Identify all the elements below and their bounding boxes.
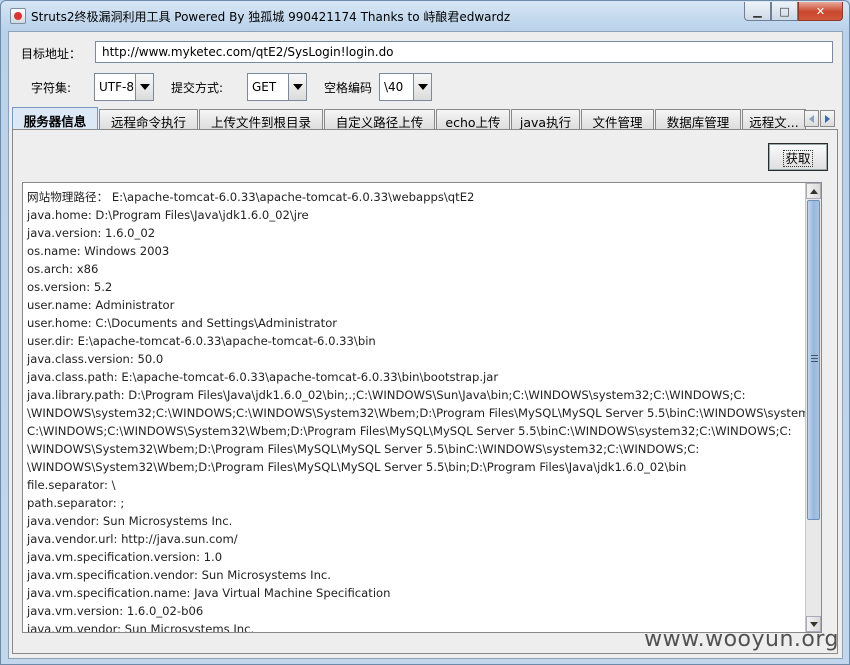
output-line: user.dir: E:\apache-tomcat-6.0.33\apache… (27, 334, 376, 348)
maximize-button[interactable]: □ (771, 2, 798, 21)
tab-scroll-right-icon[interactable] (820, 110, 835, 127)
tab-file-manager[interactable]: 文件管理 (581, 109, 654, 129)
output-line: java.vendor: Sun Microsystems Inc. (27, 514, 233, 528)
tab-custom-path-upload[interactable]: 自定义路径上传 (324, 109, 435, 129)
charset-select[interactable]: UTF-8 (94, 73, 154, 101)
output-line: path.separator: ; (27, 496, 125, 510)
output-line: os.name: Windows 2003 (27, 244, 170, 258)
close-button[interactable]: ✕ (798, 2, 843, 21)
server-info-panel: 获取 网站物理路径： E:\apache-tomcat-6.0.33\apach… (12, 129, 838, 654)
space-encoding-label: 空格编码 (324, 81, 373, 95)
output-line: C:\WINDOWS;C:\WINDOWS\System32\Wbem;D:\P… (27, 424, 792, 438)
output-line: \WINDOWS\System32\Wbem;D:\Program Files\… (27, 460, 687, 474)
charset-value: UTF-8 (99, 80, 134, 94)
watermark: www.wooyun.org (644, 627, 839, 652)
output-line: os.version: 5.2 (27, 280, 113, 294)
server-info-output[interactable]: 网站物理路径： E:\apache-tomcat-6.0.33\apache-t… (22, 182, 822, 633)
app-icon (10, 8, 26, 24)
tab-echo-upload[interactable]: echo上传 (436, 109, 510, 129)
method-select[interactable]: GET (247, 73, 307, 101)
output-lines: 网站物理路径： E:\apache-tomcat-6.0.33\apache-t… (27, 188, 822, 632)
output-line: user.home: C:\Documents and Settings\Adm… (27, 316, 338, 330)
tab-scroll-left-icon[interactable] (804, 110, 819, 127)
method-value: GET (252, 80, 277, 94)
window-controls: ▁ □ ✕ (744, 2, 843, 21)
output-line: java.library.path: D:\Program Files\Java… (27, 388, 746, 402)
chevron-down-icon[interactable] (413, 74, 431, 100)
output-line: user.name: Administrator (27, 298, 175, 312)
output-line: os.arch: x86 (27, 262, 99, 276)
output-line: java.vm.specification.name: Java Virtual… (27, 586, 391, 600)
tab-remote-file[interactable]: 远程文... (742, 109, 806, 129)
output-line: java.vm.specification.vendor: Sun Micros… (27, 568, 331, 582)
output-line: java.vm.specification.version: 1.0 (27, 550, 223, 564)
fetch-button-label: 获取 (783, 149, 813, 167)
output-line: \WINDOWS\system32;C:\WINDOWS;C:\WINDOWS\… (27, 406, 822, 420)
target-url-input[interactable] (95, 41, 833, 63)
main-content: 目标地址： 字符集: UTF-8 提交方式: GET 空格编码 \40 服务器信… (8, 31, 843, 659)
minimize-button[interactable]: ▁ (744, 2, 771, 21)
output-line: \WINDOWS\System32\Wbem;D:\Program Files\… (27, 442, 700, 456)
title-bar[interactable]: Struts2终极漏洞利用工具 Powered By 独孤城 990421174… (1, 1, 849, 31)
output-line: java.vm.version: 1.6.0_02-b06 (27, 604, 204, 618)
window-title: Struts2终极漏洞利用工具 Powered By 独孤城 990421174… (31, 10, 511, 24)
fetch-button[interactable]: 获取 (768, 143, 828, 171)
output-line: java.version: 1.6.0_02 (27, 226, 156, 240)
scroll-thumb[interactable] (807, 200, 820, 520)
output-line: java.vendor.url: http://java.sun.com/ (27, 532, 238, 546)
app-window: Struts2终极漏洞利用工具 Powered By 独孤城 990421174… (0, 0, 850, 665)
tab-java-exec[interactable]: java执行 (511, 109, 580, 129)
space-encoding-select[interactable]: \40 (379, 73, 432, 101)
method-label: 提交方式: (171, 81, 224, 95)
output-line: file.separator: \ (27, 478, 116, 492)
vertical-scrollbar[interactable] (805, 183, 821, 632)
chevron-down-icon[interactable] (135, 74, 153, 100)
scroll-up-icon[interactable] (806, 183, 821, 199)
output-line: java.home: D:\Program Files\Java\jdk1.6.… (27, 208, 309, 222)
target-url-label: 目标地址： (21, 47, 82, 61)
tab-database-manager[interactable]: 数据库管理 (655, 109, 741, 129)
tab-remote-command[interactable]: 远程命令执行 (99, 109, 198, 129)
output-line: java.class.version: 50.0 (27, 352, 164, 366)
chevron-down-icon[interactable] (288, 74, 306, 100)
output-line: java.class.path: E:\apache-tomcat-6.0.33… (27, 370, 499, 384)
tab-upload-root[interactable]: 上传文件到根目录 (199, 109, 323, 129)
charset-label: 字符集: (31, 81, 72, 95)
tab-bar: 服务器信息 远程命令执行 上传文件到根目录 自定义路径上传 echo上传 jav… (12, 107, 806, 130)
output-line: 网站物理路径： E:\apache-tomcat-6.0.33\apache-t… (27, 190, 475, 204)
space-encoding-value: \40 (384, 80, 404, 94)
tab-server-info[interactable]: 服务器信息 (12, 107, 98, 130)
